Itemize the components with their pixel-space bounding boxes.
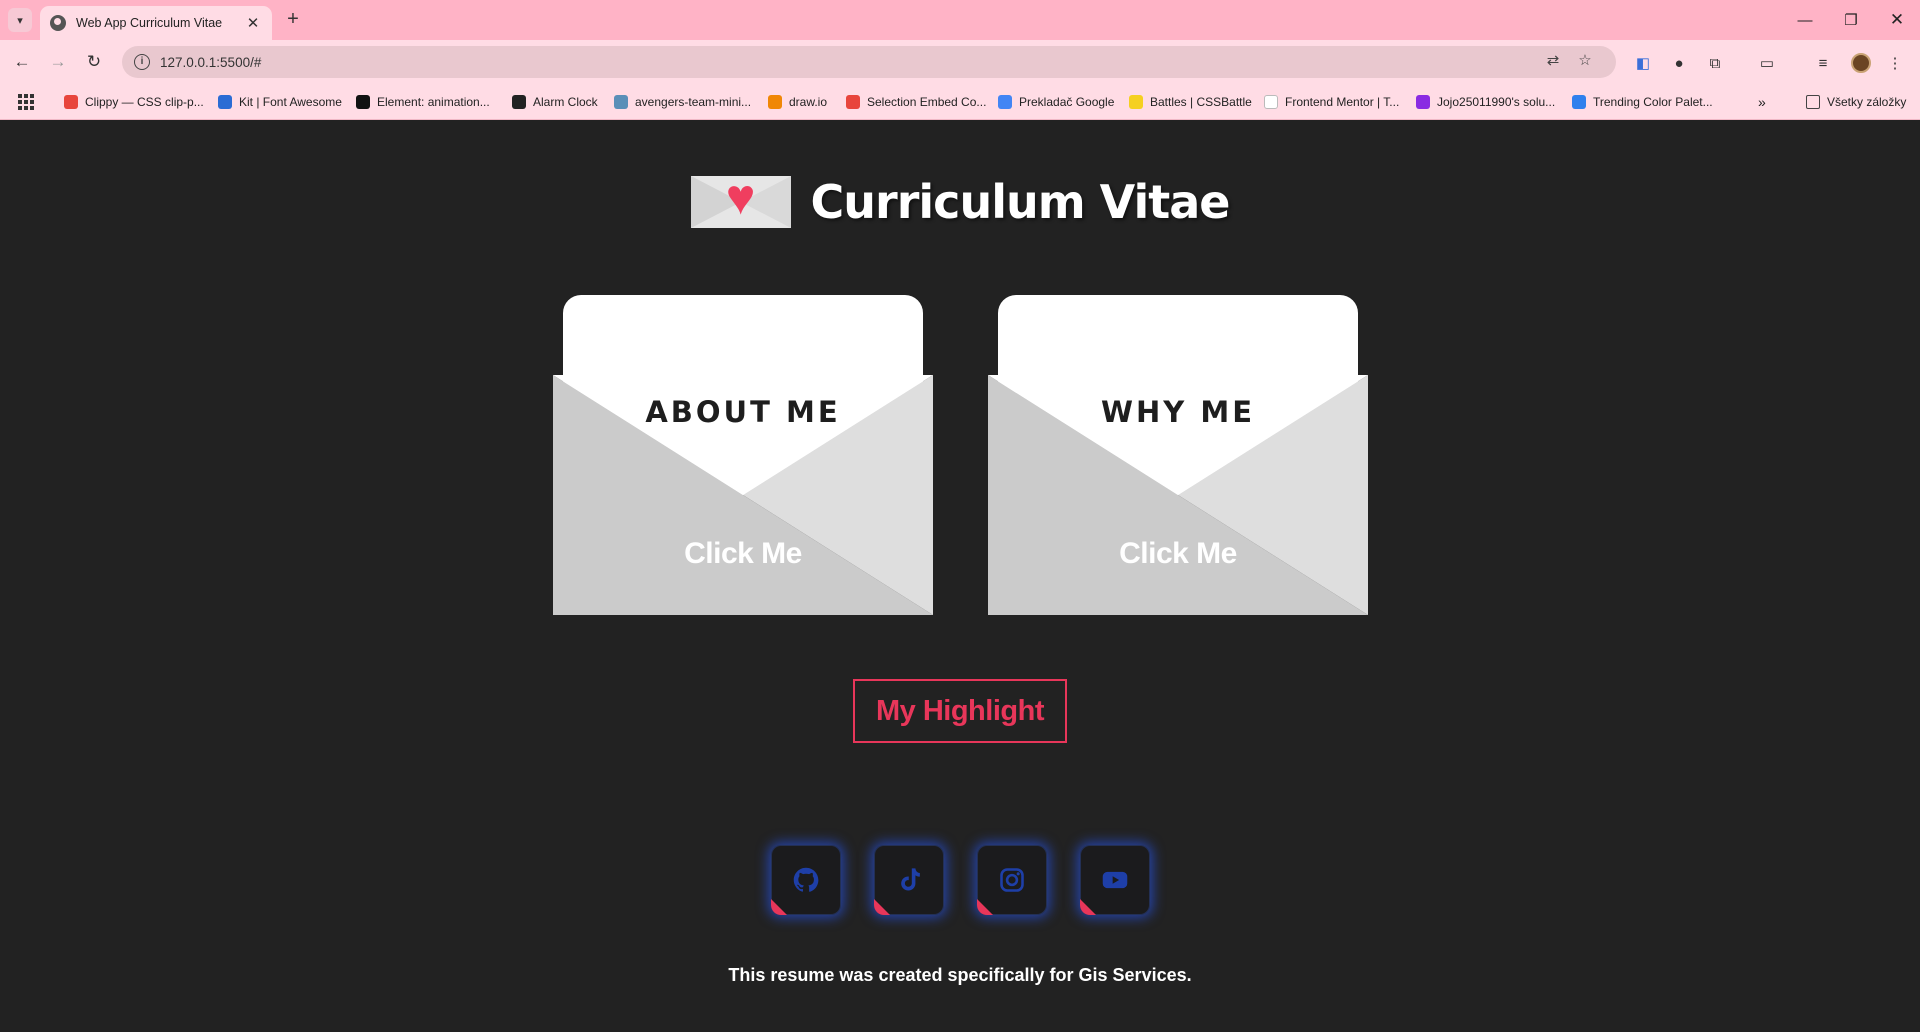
- bookmark-favicon-icon: [1572, 95, 1586, 109]
- bookmark-favicon-icon: [768, 95, 782, 109]
- page-header: ♥ Curriculum Vitae: [0, 170, 1920, 234]
- about-me-label: ABOUT ME: [645, 395, 841, 429]
- accent-corner: [1079, 899, 1096, 915]
- bookmark-favicon-icon: [1264, 95, 1278, 109]
- globe-icon: [50, 15, 66, 31]
- about-me-click-me[interactable]: Click Me: [553, 537, 933, 571]
- tab-strip: ▾ Web App Curriculum Vitae ✕ + — ❐ ✕: [0, 0, 1920, 40]
- bookmark-label: Prekladač Google: [1019, 95, 1115, 109]
- bookmark-favicon-icon: [1416, 95, 1430, 109]
- heart-icon: ♥: [725, 176, 756, 225]
- bookmark-item[interactable]: Kit | Font Awesome: [218, 93, 342, 111]
- accent-corner: [976, 899, 993, 915]
- forward-button[interactable]: →: [44, 48, 72, 76]
- address-bar[interactable]: i 127.0.0.1:5500/# ⇄ ☆: [122, 46, 1616, 78]
- close-tab-icon[interactable]: ✕: [244, 14, 262, 32]
- bookmark-item[interactable]: Trending Color Palet...: [1572, 93, 1713, 111]
- bookmark-favicon-icon: [512, 95, 526, 109]
- bookmarks-bar: Clippy — CSS clip-p... Kit | Font Awesome…: [0, 84, 1920, 120]
- bookmark-item[interactable]: Alarm Clock: [512, 93, 598, 111]
- bookmark-favicon-icon: [614, 95, 628, 109]
- bookmark-item[interactable]: Jojo25011990's solu...: [1416, 93, 1555, 111]
- heart-envelope-logo: ♥: [690, 176, 791, 228]
- url-text[interactable]: 127.0.0.1:5500/#: [160, 55, 261, 70]
- profile-avatar[interactable]: [1850, 52, 1872, 74]
- browser-menu-icon[interactable]: ⋮: [1884, 52, 1906, 74]
- accent-corner: [873, 899, 890, 915]
- bookmark-label: Alarm Clock: [533, 95, 598, 109]
- site-info-icon[interactable]: i: [134, 54, 150, 70]
- my-highlight-button[interactable]: My Highlight: [853, 679, 1067, 743]
- translate-icon[interactable]: ⇄: [1542, 51, 1564, 69]
- page-content: ♥ Curriculum Vitae ABOUT ME Click Me WHY…: [0, 120, 1920, 1032]
- tiktok-icon: [900, 868, 920, 891]
- extension-icon[interactable]: ●: [1668, 52, 1690, 74]
- about-me-envelope-card[interactable]: ABOUT ME Click Me: [553, 295, 933, 615]
- tab-search-button[interactable]: ▾: [8, 8, 32, 32]
- bookmark-item[interactable]: Selection Embed Co...: [846, 93, 986, 111]
- bookmark-label: draw.io: [789, 95, 828, 109]
- page-title: Curriculum Vitae: [810, 175, 1231, 229]
- youtube-icon: [1102, 871, 1127, 889]
- bookmark-label: Selection Embed Co...: [867, 95, 987, 109]
- google-translate-extension-icon[interactable]: ◧: [1632, 52, 1654, 74]
- bookmark-item[interactable]: avengers-team-mini...: [614, 93, 751, 111]
- bookmark-favicon-icon: [998, 95, 1012, 109]
- accent-corner: [770, 899, 787, 915]
- why-me-click-me[interactable]: Click Me: [988, 537, 1368, 571]
- bookmark-label: Jojo25011990's solu...: [1437, 95, 1556, 109]
- instagram-icon: [999, 868, 1024, 892]
- bookmark-favicon-icon: [1129, 95, 1143, 109]
- media-control-icon[interactable]: ≡: [1812, 52, 1834, 74]
- bookmark-item[interactable]: Frontend Mentor | T...: [1264, 93, 1399, 111]
- tab-title: Web App Curriculum Vitae: [76, 16, 223, 30]
- bookmark-item[interactable]: Clippy — CSS clip-p...: [64, 93, 204, 111]
- bookmark-item[interactable]: Battles | CSSBattle: [1129, 93, 1252, 111]
- bookmark-label: Frontend Mentor | T...: [1285, 95, 1400, 109]
- restore-button[interactable]: ❐: [1828, 0, 1874, 40]
- bookmark-label: Battles | CSSBattle: [1150, 95, 1252, 109]
- back-button[interactable]: ←: [8, 48, 36, 76]
- youtube-link[interactable]: [1079, 845, 1150, 915]
- minimize-button[interactable]: —: [1782, 0, 1828, 40]
- bookmark-label: Kit | Font Awesome: [239, 95, 342, 109]
- bookmark-favicon-icon: [218, 95, 232, 109]
- browser-chrome: ▾ Web App Curriculum Vitae ✕ + — ❐ ✕ ← →…: [0, 0, 1920, 120]
- folder-icon: [1806, 95, 1820, 109]
- bookmark-favicon-icon: [64, 95, 78, 109]
- bookmark-item[interactable]: Prekladač Google: [998, 93, 1114, 111]
- bookmark-label: avengers-team-mini...: [635, 95, 752, 109]
- more-bookmarks-button[interactable]: »: [1758, 93, 1766, 111]
- reload-button[interactable]: ↻: [80, 48, 108, 76]
- active-tab[interactable]: Web App Curriculum Vitae ✕: [40, 6, 272, 40]
- instagram-link[interactable]: [976, 845, 1047, 915]
- social-links: [0, 845, 1920, 915]
- apps-grid-icon[interactable]: [18, 94, 34, 110]
- extensions-puzzle-icon[interactable]: ⧉: [1704, 52, 1726, 74]
- close-window-button[interactable]: ✕: [1874, 0, 1920, 40]
- new-tab-button[interactable]: +: [282, 9, 304, 31]
- tiktok-link[interactable]: [873, 845, 944, 915]
- all-bookmarks-label: Všetky záložky: [1827, 95, 1907, 109]
- github-icon: [793, 867, 818, 892]
- bookmark-favicon-icon: [846, 95, 860, 109]
- bookmark-label: Trending Color Palet...: [1593, 95, 1713, 109]
- reading-list-icon[interactable]: ▭: [1756, 52, 1778, 74]
- why-me-label: WHY ME: [1100, 395, 1256, 429]
- why-me-envelope-card[interactable]: WHY ME Click Me: [988, 295, 1368, 615]
- footer-text: This resume was created specifically for…: [728, 965, 1192, 985]
- bookmark-item[interactable]: Element: animation...: [356, 93, 490, 111]
- bookmark-label: Clippy — CSS clip-p...: [85, 95, 204, 109]
- all-bookmarks-folder[interactable]: Všetky záložky: [1806, 93, 1906, 111]
- bookmark-favicon-icon: [356, 95, 370, 109]
- github-link[interactable]: [770, 845, 841, 915]
- bookmark-star-icon[interactable]: ☆: [1574, 51, 1596, 69]
- bookmark-item[interactable]: draw.io: [768, 93, 827, 111]
- bookmark-label: Element: animation...: [377, 95, 490, 109]
- browser-toolbar: ← → ↻ i 127.0.0.1:5500/# ⇄ ☆ ◧ ● ⧉ ▭ ≡ ⋮: [0, 40, 1920, 84]
